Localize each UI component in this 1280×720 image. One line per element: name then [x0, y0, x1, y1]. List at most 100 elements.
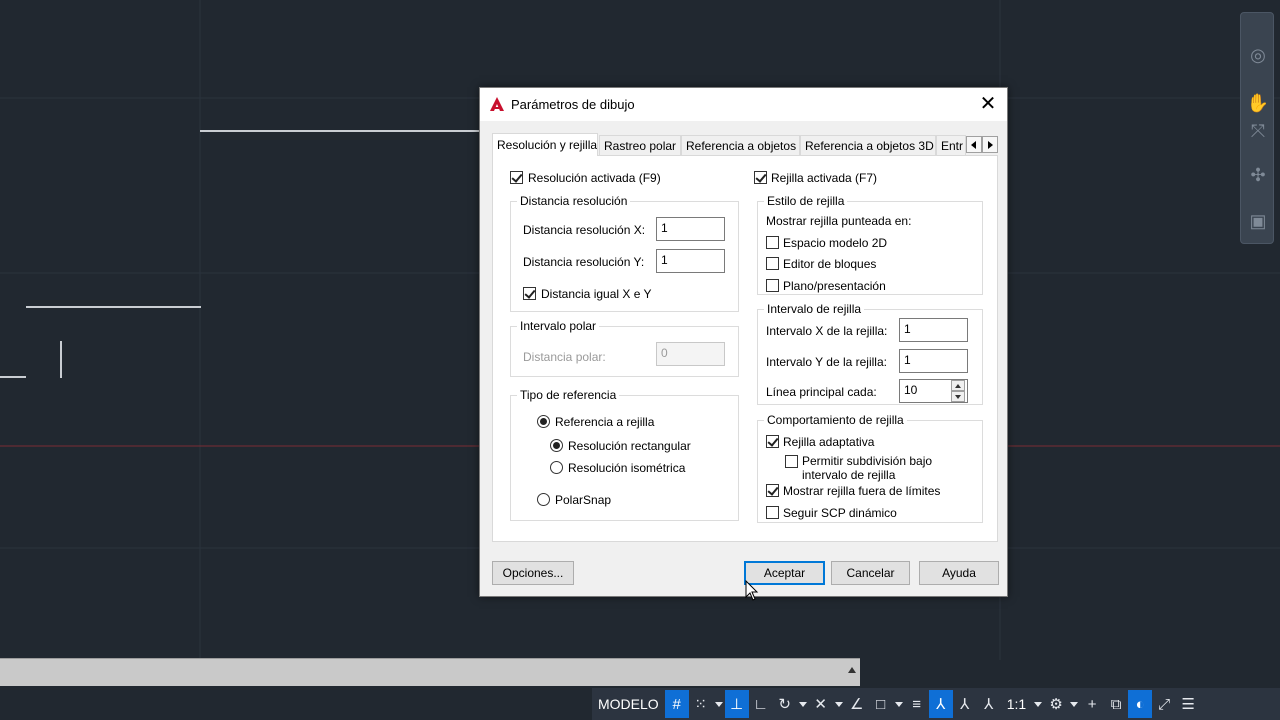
- orbit-icon[interactable]: ✣: [1246, 163, 1270, 187]
- dialog-titlebar[interactable]: Parámetros de dibujo ✕: [480, 88, 1007, 121]
- isolate-objects-icon[interactable]: ⧉: [1104, 690, 1128, 718]
- polar-spacing-group: Intervalo polar Distancia polar: 0: [510, 319, 739, 377]
- grid-snap-label: Referencia a rejilla: [555, 415, 655, 429]
- adaptive-grid-checkbox[interactable]: [766, 435, 779, 448]
- grid-spacing-group: Intervalo de rejilla Intervalo X de la r…: [757, 302, 983, 405]
- tab-scroll-left-icon[interactable]: [966, 136, 982, 153]
- grid-behavior-group: Comportamiento de rejilla Rejilla adapta…: [757, 413, 983, 523]
- horizontal-scrollbar[interactable]: [0, 658, 860, 686]
- options-button[interactable]: Opciones...: [492, 561, 574, 585]
- snap-type-group: Tipo de referencia Referencia a rejilla …: [510, 388, 739, 521]
- infer-constraints-icon[interactable]: ⊥: [724, 690, 749, 718]
- scale-dropdown[interactable]: [1032, 690, 1044, 718]
- polar-dropdown[interactable]: [797, 690, 809, 718]
- follow-ucs-label: Seguir SCP dinámico: [783, 506, 897, 520]
- snap-y-label: Distancia resolución Y:: [523, 255, 645, 269]
- chevron-up-icon[interactable]: [848, 667, 856, 673]
- grid-snap-radio[interactable]: [537, 415, 550, 428]
- beyond-limits-label: Mostrar rejilla fuera de límites: [783, 484, 941, 498]
- model-space-button[interactable]: MODELO: [592, 690, 665, 718]
- scale-value[interactable]: 1:1: [1001, 690, 1032, 718]
- navigation-bar: ◎ ✋ ⤧ ✣ ▣: [1240, 12, 1274, 244]
- tab-3d-object-snap[interactable]: Referencia a objetos 3D: [800, 135, 936, 155]
- auto-scale-icon[interactable]: ⅄: [953, 690, 977, 718]
- grid-spacing-title: Intervalo de rejilla: [764, 302, 865, 316]
- snap-dropdown[interactable]: [713, 690, 725, 718]
- showmotion-icon[interactable]: ▣: [1246, 209, 1270, 233]
- plus-icon[interactable]: +: [1080, 690, 1104, 718]
- isometric-snap-label: Resolución isométrica: [568, 461, 686, 475]
- grid-on-label: Rejilla activada (F7): [771, 171, 878, 185]
- mouse-cursor-icon: [745, 580, 759, 601]
- follow-ucs-checkbox[interactable]: [766, 506, 779, 519]
- grid-icon[interactable]: #: [664, 690, 689, 718]
- block-editor-checkbox[interactable]: [766, 257, 779, 270]
- model-space-2d-checkbox[interactable]: [766, 236, 779, 249]
- dialog-title: Parámetros de dibujo: [511, 97, 635, 112]
- rectangular-snap-label: Resolución rectangular: [568, 439, 691, 453]
- polar-tracking-icon[interactable]: ↻: [773, 690, 797, 718]
- drawn-lines: [0, 130, 480, 378]
- annotation-scale-icon[interactable]: ⅄: [977, 690, 1001, 718]
- grid-on-checkbox[interactable]: [754, 171, 767, 184]
- snap-on-label: Resolución activada (F9): [528, 171, 661, 185]
- grid-y-label: Intervalo Y de la rejilla:: [766, 355, 887, 369]
- beyond-limits-checkbox[interactable]: [766, 484, 779, 497]
- snap-dots-icon[interactable]: ⁙: [689, 690, 713, 718]
- polarsnap-label: PolarSnap: [555, 493, 612, 507]
- polar-distance-label: Distancia polar:: [523, 350, 606, 364]
- object-snap-icon[interactable]: □: [869, 690, 893, 718]
- customize-menu-icon[interactable]: ☰: [1176, 690, 1200, 718]
- help-button[interactable]: Ayuda: [919, 561, 999, 585]
- spin-down-icon[interactable]: [951, 391, 965, 402]
- equal-xy-label: Distancia igual X e Y: [541, 287, 652, 301]
- annotation-visibility-icon[interactable]: ⅄: [928, 690, 953, 718]
- subdivision-label-line1: Permitir subdivisión bajo: [802, 454, 933, 468]
- close-icon[interactable]: ✕: [975, 92, 1001, 118]
- isodraft-icon[interactable]: ✕: [809, 690, 833, 718]
- grid-style-title: Estilo de rejilla: [764, 194, 848, 208]
- object-snap-tracking-icon[interactable]: ∠: [845, 690, 869, 718]
- grid-x-input[interactable]: 1: [899, 318, 968, 342]
- tab-strip: Resolución y rejilla Rastreo polar Refer…: [492, 133, 998, 156]
- subdivision-checkbox[interactable]: [785, 455, 798, 468]
- ortho-icon[interactable]: ∟: [749, 690, 773, 718]
- tab-panel: Resolución activada (F9) Distancia resol…: [492, 155, 998, 542]
- snap-y-input[interactable]: 1: [656, 249, 725, 273]
- zoom-icon[interactable]: ⤧: [1246, 119, 1270, 143]
- polar-distance-input[interactable]: 0: [656, 342, 725, 366]
- rectangular-snap-radio[interactable]: [550, 439, 563, 452]
- isometric-snap-radio[interactable]: [550, 461, 563, 474]
- sheet-layout-checkbox[interactable]: [766, 279, 779, 292]
- adaptive-grid-label: Rejilla adaptativa: [783, 435, 875, 449]
- polar-spacing-title: Intervalo polar: [517, 319, 600, 333]
- isodraft-dropdown[interactable]: [833, 690, 845, 718]
- snap-on-checkbox[interactable]: [510, 171, 523, 184]
- clean-screen-icon[interactable]: ⤢: [1152, 690, 1176, 718]
- polarsnap-radio[interactable]: [537, 493, 550, 506]
- osnap-dropdown[interactable]: [893, 690, 905, 718]
- tab-object-snap[interactable]: Referencia a objetos: [681, 135, 800, 155]
- tab-scroll-right-icon[interactable]: [982, 136, 998, 153]
- status-bar: MODELO # ⁙ ⊥ ∟ ↻ ✕ ∠ □ ≡ ⅄ ⅄ ⅄ 1:1 ⚙ + ⧉…: [592, 688, 1280, 720]
- equal-xy-checkbox[interactable]: [523, 287, 536, 300]
- gear-icon[interactable]: ⚙: [1044, 690, 1068, 718]
- block-editor-label: Editor de bloques: [783, 257, 877, 271]
- snap-x-input[interactable]: 1: [656, 217, 725, 241]
- tab-polar-tracking[interactable]: Rastreo polar: [599, 135, 681, 155]
- pan-hand-icon[interactable]: ✋: [1246, 91, 1270, 115]
- tab-snap-and-grid[interactable]: Resolución y rejilla: [492, 133, 598, 156]
- autocad-logo-icon: [490, 97, 504, 111]
- sheet-layout-label: Plano/presentación: [783, 279, 886, 293]
- workspace-dropdown[interactable]: [1068, 690, 1080, 718]
- tab-dynamic-input[interactable]: Entr: [936, 135, 966, 155]
- spin-up-icon[interactable]: [951, 380, 965, 391]
- cancel-button[interactable]: Cancelar: [831, 561, 910, 585]
- lineweight-icon[interactable]: ≡: [905, 690, 929, 718]
- snap-x-label: Distancia resolución X:: [523, 223, 646, 237]
- steering-wheel-icon[interactable]: ◎: [1246, 43, 1270, 67]
- grid-y-input[interactable]: 1: [899, 349, 968, 373]
- hardware-acceleration-icon[interactable]: ◐: [1128, 690, 1153, 718]
- model-space-2d-label: Espacio modelo 2D: [783, 236, 888, 250]
- grid-behavior-title: Comportamiento de rejilla: [764, 413, 907, 427]
